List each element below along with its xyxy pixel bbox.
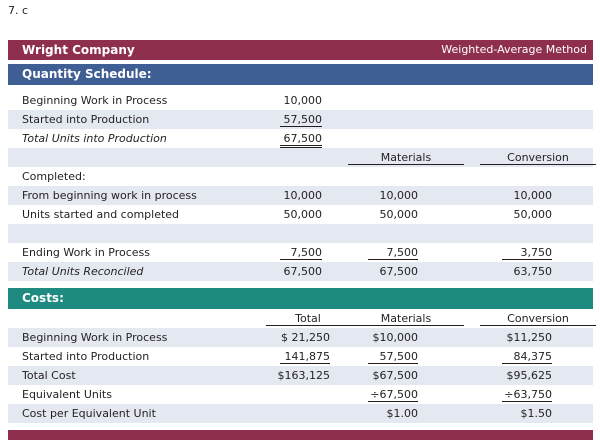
col-header-conversion: Conversion bbox=[480, 151, 596, 165]
question-number: 7. c bbox=[8, 4, 29, 17]
qty-row-beginning-wip: Beginning Work in Process 10,000 bbox=[8, 91, 593, 110]
total-value: 141,875 bbox=[280, 350, 330, 364]
total-value: 67,500 bbox=[283, 265, 323, 278]
col-header-materials: Materials bbox=[348, 151, 464, 165]
title-band: Wright Company Weighted-Average Method bbox=[8, 40, 593, 60]
row-label: Ending Work in Process bbox=[22, 246, 151, 259]
total-value: 10,000 bbox=[283, 94, 323, 107]
materials-value: 57,500 bbox=[368, 350, 418, 364]
bottom-band bbox=[8, 430, 593, 440]
conversion-value: $1.50 bbox=[520, 407, 553, 420]
row-label: Beginning Work in Process bbox=[22, 331, 168, 344]
row-label: From beginning work in process bbox=[22, 189, 197, 202]
qty-row-total-reconciled: Total Units Reconciled 67,500 67,500 63,… bbox=[8, 262, 593, 281]
conversion-value: $95,625 bbox=[506, 369, 553, 382]
materials-value: 50,000 bbox=[379, 208, 419, 221]
total-value: 67,500 bbox=[280, 132, 322, 148]
qty-row-completed: Completed: bbox=[8, 167, 593, 186]
col-header-total: Total bbox=[266, 312, 350, 326]
cost-row-equivalent-units: Equivalent Units ÷67,500 ÷63,750 bbox=[8, 385, 593, 404]
materials-value: $67,500 bbox=[372, 369, 419, 382]
total-value: $163,125 bbox=[277, 369, 331, 382]
row-label: Started into Production bbox=[22, 113, 150, 126]
cost-row-cost-per-unit: Cost per Equivalent Unit $1.00 $1.50 bbox=[8, 404, 593, 423]
costs-label: Costs: bbox=[22, 291, 64, 305]
row-label: Started into Production bbox=[22, 350, 150, 363]
method-name: Weighted-Average Method bbox=[441, 43, 587, 56]
company-name: Wright Company bbox=[22, 43, 135, 57]
qty-row-ending-wip: Ending Work in Process 7,500 7,500 3,750 bbox=[8, 243, 593, 262]
conversion-value: 3,750 bbox=[502, 246, 552, 260]
conversion-value: 10,000 bbox=[513, 189, 553, 202]
row-label: Total Units Reconciled bbox=[22, 265, 144, 278]
total-value: 10,000 bbox=[283, 189, 323, 202]
col-header-materials: Materials bbox=[348, 312, 464, 326]
qty-row-from-beginning: From beginning work in process 10,000 10… bbox=[8, 186, 593, 205]
row-label: Equivalent Units bbox=[22, 388, 112, 401]
row-label: Cost per Equivalent Unit bbox=[22, 407, 156, 420]
total-value: $ 21,250 bbox=[281, 331, 330, 344]
materials-value: ÷67,500 bbox=[368, 388, 418, 402]
qty-column-headers: Materials Conversion bbox=[8, 148, 596, 167]
qty-row-spacer bbox=[8, 224, 593, 243]
conversion-value: $11,250 bbox=[506, 331, 553, 344]
row-label: Total Units into Production bbox=[22, 132, 167, 145]
costs-header: Costs: bbox=[8, 288, 593, 309]
qty-row-total-into: Total Units into Production 67,500 bbox=[8, 129, 593, 148]
materials-value: $10,000 bbox=[372, 331, 419, 344]
conversion-value: ÷63,750 bbox=[502, 388, 552, 402]
materials-value: 10,000 bbox=[379, 189, 419, 202]
quantity-schedule-label: Quantity Schedule: bbox=[22, 67, 152, 81]
materials-value: 7,500 bbox=[368, 246, 418, 260]
qty-row-started: Started into Production 57,500 bbox=[8, 110, 593, 129]
total-value: 7,500 bbox=[280, 246, 322, 260]
conversion-value: 63,750 bbox=[513, 265, 553, 278]
row-label: Completed: bbox=[22, 170, 86, 183]
total-value: 57,500 bbox=[280, 113, 322, 127]
materials-value: $1.00 bbox=[386, 407, 419, 420]
row-label: Total Cost bbox=[22, 369, 76, 382]
col-header-conversion: Conversion bbox=[480, 312, 596, 326]
quantity-schedule-header: Quantity Schedule: bbox=[8, 64, 593, 85]
cost-row-total-cost: Total Cost $163,125 $67,500 $95,625 bbox=[8, 366, 593, 385]
qty-row-started-completed: Units started and completed 50,000 50,00… bbox=[8, 205, 593, 224]
total-value: 50,000 bbox=[283, 208, 323, 221]
materials-value: 67,500 bbox=[379, 265, 419, 278]
conversion-value: 50,000 bbox=[513, 208, 553, 221]
conversion-value: 84,375 bbox=[502, 350, 552, 364]
cost-column-headers: Total Materials Conversion bbox=[8, 309, 596, 328]
row-label: Units started and completed bbox=[22, 208, 180, 221]
cost-row-started: Started into Production 141,875 57,500 8… bbox=[8, 347, 593, 366]
row-label: Beginning Work in Process bbox=[22, 94, 168, 107]
cost-row-beginning-wip: Beginning Work in Process $ 21,250 $10,0… bbox=[8, 328, 593, 347]
